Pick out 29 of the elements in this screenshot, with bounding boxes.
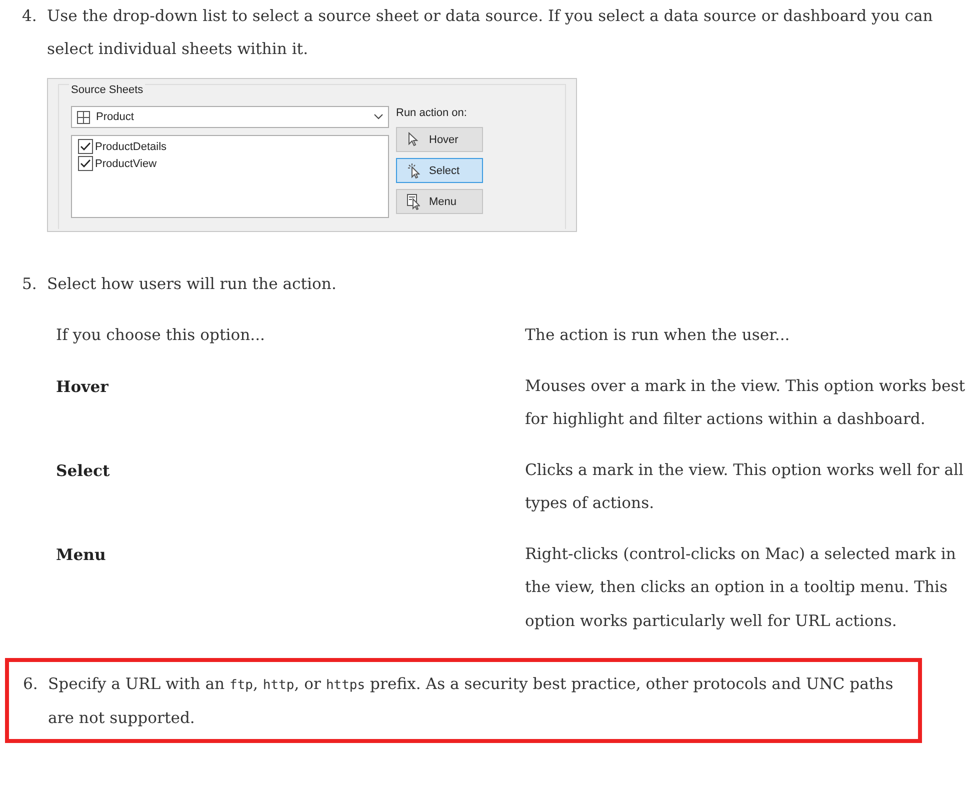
step-number: 5. (22, 274, 38, 295)
step-text: Specify a URL with an ftp, http, or https prefix. As a security best practice, other protocols and UNC paths are not supported. (48, 674, 894, 729)
chevron-down-icon (374, 114, 383, 120)
checkbox[interactable] (78, 156, 93, 171)
pointer-icon (407, 132, 420, 148)
run-action-button[interactable]: Menu (396, 189, 483, 214)
grid-icon (77, 110, 90, 124)
option-name: Menu (56, 544, 107, 566)
click-pointer-icon (407, 162, 420, 178)
source-dropdown[interactable]: Product (71, 106, 389, 128)
option-name: Select (56, 460, 111, 482)
dropdown-value: Product (96, 111, 135, 123)
run-action-label: Run action on: (396, 106, 468, 120)
column-header: The action is run when the user... (525, 325, 791, 346)
option-description: Mouses over a mark in the view. This option works best for highlight and filter actions within a dashboard. (525, 376, 966, 430)
checkbox[interactable] (78, 139, 93, 154)
sheet-label: ProductView (95, 158, 157, 170)
sheet-label: ProductDetails (95, 140, 167, 152)
option-description: Clicks a mark in the view. This option works well for all types of actions. (525, 460, 965, 514)
step-number: 6. (23, 674, 39, 695)
run-action-button[interactable]: Select (396, 158, 483, 183)
option-name: Hover (56, 376, 110, 398)
pointer-menu-icon (407, 194, 420, 210)
step-text: Select how users will run the action. (47, 274, 336, 295)
option-description: Right-clicks (control-clicks on Mac) a selected mark in the view, then clicks an option in a tooltip menu. This option works particularly well for URL actions. (525, 544, 957, 632)
step-text: Use the drop-down list to select a source sheet or data source. If you select a data source or dashboard you can select individual sheets within it. (47, 6, 934, 60)
run-action-button[interactable]: Hover (396, 127, 483, 152)
step-number: 4. (22, 6, 38, 27)
column-header: If you choose this option... (56, 325, 266, 346)
